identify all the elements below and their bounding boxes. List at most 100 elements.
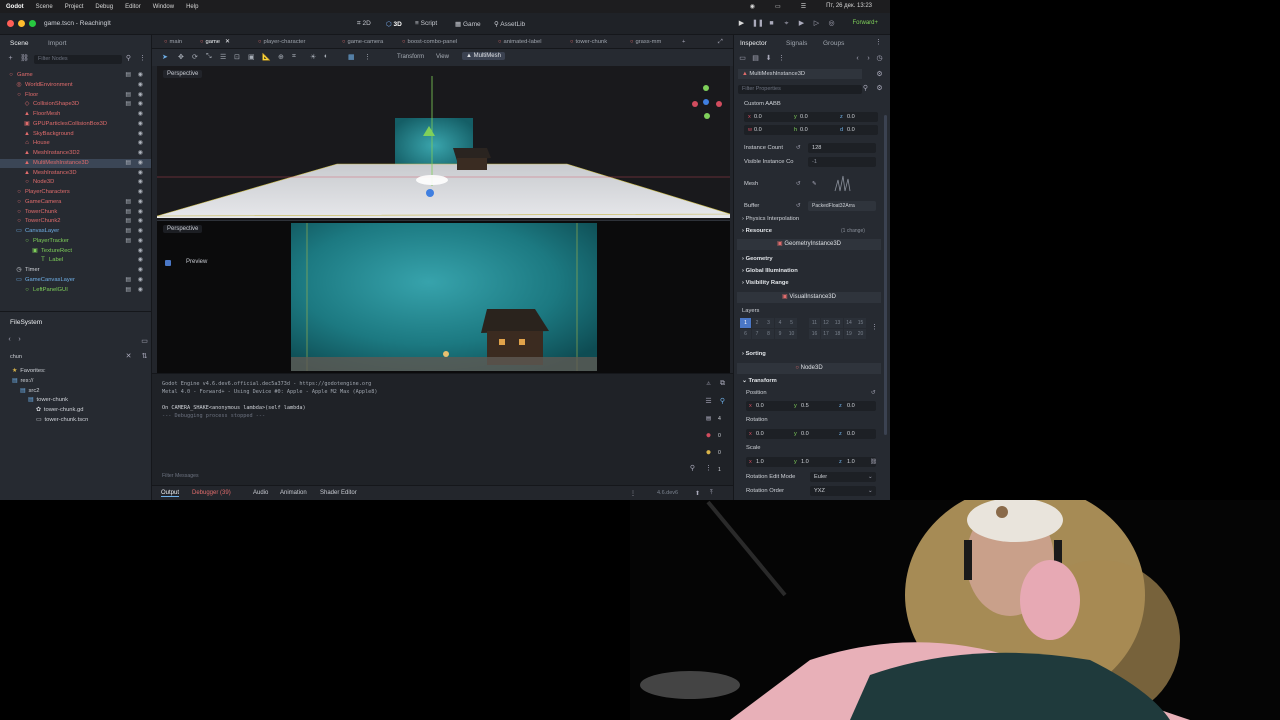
viewport-perspective-preview[interactable]: Perspective Preview <box>157 220 730 374</box>
script-attached-icon[interactable]: ▤ <box>125 286 131 296</box>
scene-tab[interactable]: ○ animated-label <box>498 39 542 45</box>
layer-toggle[interactable]: 11 <box>809 318 820 328</box>
scale-field[interactable] <box>746 457 876 467</box>
scale-x[interactable]: 1.0 <box>756 459 764 465</box>
layer-toggle[interactable]: 17 <box>820 329 832 339</box>
add-node-icon[interactable]: + <box>6 54 15 63</box>
tab-signals[interactable]: Signals <box>786 40 807 47</box>
scene-tree-node[interactable]: ◎ WorldEnvironment ◉ <box>0 81 151 91</box>
tab-debugger[interactable]: Debugger (39) <box>192 490 231 496</box>
aabb-y[interactable]: 0.0 <box>800 114 808 120</box>
list-select-icon[interactable]: ☰ <box>220 53 226 61</box>
visibility-eye-icon[interactable]: ◉ <box>138 120 143 130</box>
lock-icon[interactable]: ⊡ <box>234 53 240 61</box>
inspector-scrollbar[interactable] <box>884 115 887 435</box>
scene-tree-node[interactable]: ○ PlayerTracker ◉ ▤ <box>0 237 151 247</box>
menubar-clock[interactable]: Пт, 26 дек. 13:23 <box>826 3 872 10</box>
script-attached-icon[interactable]: ▤ <box>125 276 131 286</box>
visibility-eye-icon[interactable]: ◉ <box>138 159 143 169</box>
inspector-node-path[interactable]: ▲ MultiMeshInstance3D <box>738 69 862 79</box>
open-resource-icon[interactable]: ▤ <box>751 54 760 63</box>
scene-tree-node[interactable]: ⌂ House ◉ <box>0 139 151 149</box>
layer-toggle[interactable]: 16 <box>809 329 820 339</box>
script-attached-icon[interactable]: ▤ <box>125 100 131 110</box>
scene-tab[interactable]: ○ player-character <box>258 39 305 45</box>
distraction-free-icon[interactable]: ⤢ <box>718 39 723 46</box>
node-options-icon[interactable]: ⚙ <box>875 70 884 79</box>
group-icon[interactable]: ▣ <box>248 53 255 61</box>
physics-interpolation-section[interactable]: › Physics Interpolation <box>742 216 799 222</box>
scene-tree-node[interactable]: ▲ MeshInstance3D ◉ <box>0 169 151 179</box>
pin-icon[interactable]: ⬆ <box>695 490 700 497</box>
aabb-z[interactable]: 0.0 <box>847 114 855 120</box>
position-field[interactable] <box>746 401 876 411</box>
layer-toggle[interactable]: 8 <box>763 329 774 339</box>
rotation-z[interactable]: 0.0 <box>847 431 855 437</box>
workspace-script[interactable]: ≡ Script <box>415 20 437 27</box>
layer-toggle[interactable]: 10 <box>786 329 797 339</box>
layer-toggle[interactable]: 7 <box>751 329 763 339</box>
visibility-eye-icon[interactable]: ◉ <box>138 81 143 91</box>
position-x[interactable]: 0.0 <box>756 403 764 409</box>
buffer-revert-icon[interactable]: ↺ <box>796 203 801 209</box>
scene-tree-node[interactable]: ◷ Timer ◉ <box>0 266 151 276</box>
filesystem-item[interactable]: ▤ src2 <box>20 388 39 394</box>
menu-window[interactable]: Window <box>153 4 174 10</box>
scene-tree-node[interactable]: ○ PlayerCharacters ◉ <box>0 188 151 198</box>
snap-icon[interactable]: ⌗ <box>292 53 296 61</box>
play-icon[interactable]: ▶ <box>737 19 746 28</box>
script-attached-icon[interactable]: ▤ <box>125 159 131 169</box>
clear-search-icon[interactable]: ✕ <box>124 352 133 361</box>
scene-tree-node[interactable]: ▭ GameCanvasLayer ◉ ▤ <box>0 276 151 286</box>
filesystem-item[interactable]: ▤ res:// <box>12 378 33 384</box>
scene-tree-node[interactable]: ▲ FloorMesh ◉ <box>0 110 151 120</box>
layer-toggle[interactable]: 18 <box>832 329 843 339</box>
toggle-scroll-icon[interactable]: ☰ <box>704 397 713 406</box>
aabb-h[interactable]: 0.0 <box>800 127 808 133</box>
scene-tree-node[interactable]: ▲ MeshInstance3D2 ◉ <box>0 149 151 159</box>
renderer-selector[interactable]: Forward+ <box>852 20 878 26</box>
script-attached-icon[interactable]: ▤ <box>125 237 131 247</box>
copy-output-icon[interactable]: ⧉ <box>718 379 727 388</box>
visibility-eye-icon[interactable]: ◉ <box>138 100 143 110</box>
tab-groups[interactable]: Groups <box>823 40 844 47</box>
search-properties-icon[interactable]: ⚲ <box>861 84 870 93</box>
layer-toggle[interactable]: 4 <box>774 318 786 328</box>
menu-debug[interactable]: Debug <box>95 4 113 10</box>
sun-preview-icon[interactable]: ☀ <box>310 53 316 61</box>
remote-debug-icon[interactable]: ⌖ <box>782 19 791 28</box>
scale-z[interactable]: 1.0 <box>847 459 855 465</box>
scene-tab[interactable]: ○ game ✕ <box>200 39 230 45</box>
visibility-eye-icon[interactable]: ◉ <box>138 169 143 179</box>
scene-tree-node[interactable]: ▭ CanvasLayer ◉ ▤ <box>0 227 151 237</box>
layer-toggle[interactable]: 6 <box>740 329 751 339</box>
preview-checkbox[interactable] <box>165 260 171 266</box>
visibility-eye-icon[interactable]: ◉ <box>138 266 143 276</box>
scene-tree-node[interactable]: ○ TowerChunk ◉ ▤ <box>0 208 151 218</box>
layer-toggle[interactable]: 5 <box>786 318 797 328</box>
tab-import[interactable]: Import <box>48 40 66 47</box>
aabb-w[interactable]: 0.0 <box>754 127 762 133</box>
visibility-eye-icon[interactable]: ◉ <box>138 139 143 149</box>
sorting-section[interactable]: › Sorting <box>742 351 766 357</box>
script-attached-icon[interactable]: ▤ <box>125 198 131 208</box>
scene-tree-node[interactable]: ▲ SkyBackground ◉ <box>0 130 151 140</box>
layer-toggle[interactable]: 12 <box>820 318 832 328</box>
tab-audio[interactable]: Audio <box>253 490 268 496</box>
ruler-icon[interactable]: 📐 <box>262 53 271 61</box>
layer-toggle[interactable]: 9 <box>774 329 786 339</box>
filter-properties-input[interactable]: Filter Properties <box>738 85 862 94</box>
tab-inspector[interactable]: Inspector <box>740 40 767 47</box>
transform-section[interactable]: ⌄ Transform <box>742 378 777 384</box>
mesh-edit-icon[interactable]: ✎ <box>812 181 817 187</box>
visibility-eye-icon[interactable]: ◉ <box>138 130 143 140</box>
aabb-x[interactable]: 0.0 <box>754 114 762 120</box>
movie-maker-icon[interactable]: ◎ <box>827 19 836 28</box>
perspective-label-top[interactable]: Perspective <box>163 70 203 78</box>
scene-tree-node[interactable]: ◇ CollisionShape3D ◉ ▤ <box>0 100 151 110</box>
filesystem-search-input[interactable]: chun <box>6 353 134 362</box>
rotate-mode-icon[interactable]: ⟳ <box>192 53 198 61</box>
rotation-x[interactable]: 0.0 <box>756 431 764 437</box>
split-mode-icon[interactable]: ▭ <box>140 337 149 346</box>
workspace-3d[interactable]: ⬡ 3D <box>386 20 402 28</box>
